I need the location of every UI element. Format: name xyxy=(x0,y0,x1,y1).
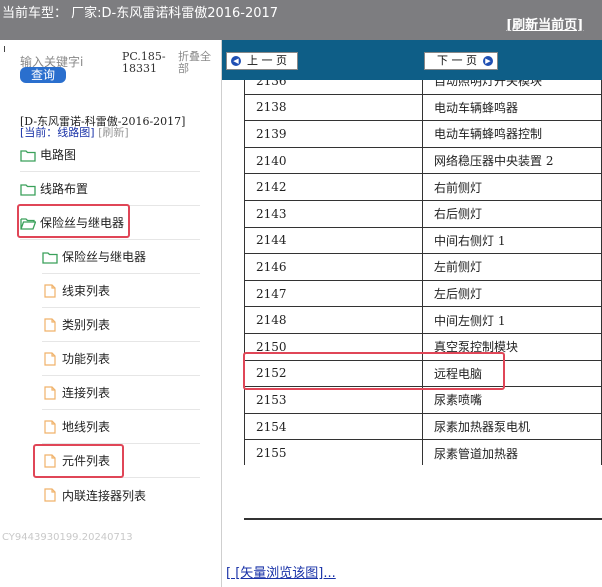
part-code: 2147 xyxy=(244,279,424,308)
part-code: 2140 xyxy=(244,146,424,175)
sidebar: 输入关键字i 查询 PC.185-18331 折叠全部 [D-东风雷诺-科雷傲-… xyxy=(0,40,222,587)
part-code: 2144 xyxy=(244,226,424,255)
parts-table: 2136 自动照明灯开关模块 2138 电动车辆蜂鸣器 2139 电动车辆蜂鸣器控制 … xyxy=(244,80,602,465)
highlight-box xyxy=(243,352,505,390)
part-name: 电动车辆蜂鸣器 xyxy=(422,93,602,122)
part-code: 2139 xyxy=(244,120,424,148)
sidebar-subitem-category-list[interactable]: 类别列表 xyxy=(42,308,200,342)
table-row: 2140 网络稳压器中央装置 2 xyxy=(244,146,602,175)
table-row: 2147 左后侧灯 xyxy=(244,279,602,308)
highlight-box xyxy=(33,444,124,478)
part-name: 右前侧灯 xyxy=(422,173,602,201)
document-icon xyxy=(44,317,56,332)
part-code: 2138 xyxy=(244,93,424,122)
refresh-current-page-link[interactable]: [刷新当前页] xyxy=(506,14,583,33)
sidebar-subitem-inline-connector-list[interactable]: 内联连接器列表 xyxy=(42,478,200,512)
table-row: 2136 自动照明灯开关模块 xyxy=(244,80,602,95)
sidebar-item-label: 地线列表 xyxy=(62,420,111,434)
divider xyxy=(4,46,5,52)
part-code: 2155 xyxy=(244,439,424,465)
part-code: 2143 xyxy=(244,199,424,228)
sidebar-item-label: 保险丝与继电器 xyxy=(62,250,147,264)
document-icon xyxy=(44,351,56,366)
part-name: 右后侧灯 xyxy=(422,199,602,228)
part-code: 2136 xyxy=(244,80,424,95)
table-row: 2155 尿素管道加热器 xyxy=(244,439,602,465)
sidebar-item-label: 电路图 xyxy=(40,148,77,162)
part-code: 2148 xyxy=(244,306,424,334)
sidebar-subitem-function-list[interactable]: 功能列表 xyxy=(42,342,200,376)
table-row: 2144 中间右侧灯 1 xyxy=(244,226,602,255)
folder-icon xyxy=(20,149,36,162)
document-icon xyxy=(44,488,56,502)
sidebar-item-label: 连接列表 xyxy=(62,386,111,400)
part-name: 尿素加热器泵电机 xyxy=(422,412,602,441)
sidebar-subitem-connection-list[interactable]: 连接列表 xyxy=(42,376,200,410)
pc-info: PC.185-18331 xyxy=(122,50,166,75)
arrow-left-icon: ◀ xyxy=(231,56,241,66)
divider xyxy=(244,518,602,520)
sidebar-subitem-ground-list[interactable]: 地线列表 xyxy=(42,410,200,444)
parts-table-container: 2136 自动照明灯开关模块 2138 电动车辆蜂鸣器 2139 电动车辆蜂鸣器控制 … xyxy=(244,80,602,465)
sidebar-item-label: 线束列表 xyxy=(62,284,111,298)
document-icon xyxy=(44,385,56,400)
part-code: 2142 xyxy=(244,173,424,201)
next-page-button[interactable]: 下 一 页 ▶ xyxy=(424,52,498,70)
sidebar-item-label: 线路布置 xyxy=(40,182,89,196)
page-nav-bar: ◀ 上 一 页 下 一 页 ▶ xyxy=(222,40,602,80)
table-row: 2146 左前侧灯 xyxy=(244,253,602,281)
search-button[interactable]: 查询 xyxy=(20,67,66,83)
vector-view-link[interactable]: [ [矢量浏览该图]... xyxy=(226,562,336,581)
collapse-all-button[interactable]: 折叠全部 xyxy=(178,51,218,75)
table-row: 2142 右前侧灯 xyxy=(244,173,602,201)
part-name: 网络稳压器中央装置 2 xyxy=(422,146,602,175)
document-icon xyxy=(44,283,56,298)
part-code: 2154 xyxy=(244,412,424,441)
arrow-right-icon: ▶ xyxy=(483,56,493,66)
prev-page-button[interactable]: ◀ 上 一 页 xyxy=(226,52,298,70)
part-code: 2146 xyxy=(244,253,424,281)
part-name: 左后侧灯 xyxy=(422,279,602,308)
table-row: 2154 尿素加热器泵电机 xyxy=(244,412,602,441)
folder-icon xyxy=(42,251,58,264)
part-name: 尿素管道加热器 xyxy=(422,439,602,465)
folder-icon xyxy=(20,183,36,196)
page-title: 当前车型： 厂家:D-东风雷诺科雷傲2016-2017 xyxy=(2,6,279,21)
table-row: 2138 电动车辆蜂鸣器 xyxy=(244,93,602,122)
part-name: 左前侧灯 xyxy=(422,253,602,281)
table-row: 2148 中间左侧灯 1 xyxy=(244,306,602,334)
sidebar-item-label: 类别列表 xyxy=(62,318,111,332)
version-text: CY9443930199.20240713 xyxy=(2,532,133,543)
table-row: 2143 右后侧灯 xyxy=(244,199,602,228)
sidebar-item-label: 功能列表 xyxy=(62,352,111,366)
part-name: 自动照明灯开关模块 xyxy=(422,80,602,95)
part-code: 2153 xyxy=(244,386,424,414)
table-row: 2139 电动车辆蜂鸣器控制 xyxy=(244,120,602,148)
prev-page-label: 上 一 页 xyxy=(247,54,287,67)
sidebar-item-circuit-diagram[interactable]: 电路图 xyxy=(20,138,200,172)
part-name: 尿素喷嘴 xyxy=(422,386,602,414)
next-page-label: 下 一 页 xyxy=(437,54,477,67)
part-name: 中间右侧灯 1 xyxy=(422,226,602,255)
part-name: 电动车辆蜂鸣器控制 xyxy=(422,120,602,148)
table-row: 2153 尿素喷嘴 xyxy=(244,386,602,414)
sidebar-item-wiring-layout[interactable]: 线路布置 xyxy=(20,172,200,206)
part-name: 中间左侧灯 1 xyxy=(422,306,602,334)
sidebar-subitem-fuses-relays[interactable]: 保险丝与继电器 xyxy=(42,240,200,274)
document-icon xyxy=(44,419,56,434)
sidebar-subitem-harness-list[interactable]: 线束列表 xyxy=(42,274,200,308)
highlight-box xyxy=(17,204,130,238)
sidebar-item-label: 内联连接器列表 xyxy=(62,488,147,503)
